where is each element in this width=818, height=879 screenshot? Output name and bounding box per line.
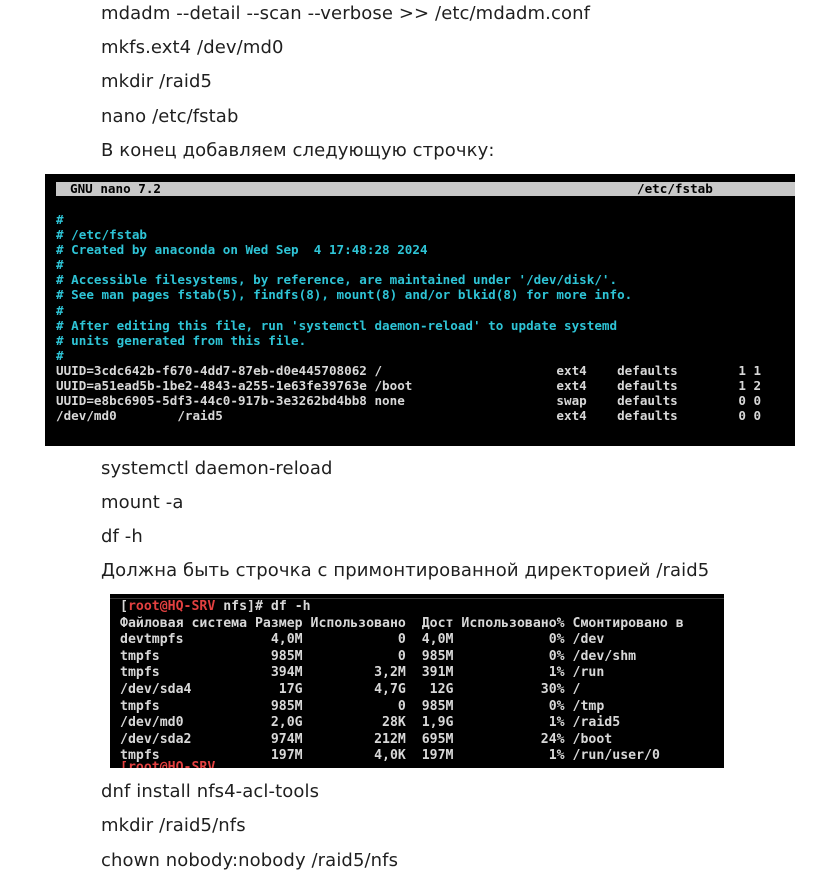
df-row: devtmpfs 4,0M 0 4,0M 0% /dev <box>120 632 605 648</box>
fstab-comment-line: # <box>56 347 64 363</box>
df-row: /dev/sda4 17G 4,7G 12G 30% / <box>120 681 581 697</box>
nano-file-content: # # /etc/fstab # Created by anaconda on … <box>56 212 761 423</box>
command-line-mkdir-raid5: mkdir /raid5 <box>101 71 213 92</box>
shell-prompt-line: [root@HQ-SRV nfs]# df -h <box>120 599 684 616</box>
command-line-mkfs: mkfs.ext4 /dev/md0 <box>101 37 284 58</box>
fstab-comment-line: # <box>56 212 64 227</box>
prompt-command: df -h <box>270 599 311 614</box>
fstab-entry-md0-raid5: /dev/md0 /raid5 ext4 defaults 0 0 <box>56 408 762 424</box>
fstab-entry-root: UUID=3cdc642b-f670-4dd7-87eb-d0e44570806… <box>56 362 762 378</box>
command-line-chown: chown nobody:nobody /raid5/nfs <box>101 850 399 871</box>
fstab-comment-line: # Created by anaconda on Wed Sep 4 17:48… <box>56 242 428 258</box>
command-line-dnf-install: dnf install nfs4-acl-tools <box>101 781 320 802</box>
fstab-comment-line: # <box>56 302 64 318</box>
prompt-bracket: [ <box>120 599 128 614</box>
cut-off-prompt: [root@HQ-SRV <box>120 760 216 768</box>
fstab-comment-line: # After editing this file, run 'systemct… <box>56 317 618 333</box>
fstab-comment-line: # See man pages fstab(5), findfs(8), mou… <box>56 287 633 303</box>
df-row: tmpfs 985M 0 985M 0% /dev/shm <box>120 648 637 664</box>
instruction-text-expected-row: Должна быть строчка с примонтированной д… <box>101 560 710 581</box>
command-line-mdadm-detail: mdadm --detail --scan --verbose >> /etc/… <box>101 3 591 24</box>
fstab-comment-line: # units generated from this file. <box>56 332 307 348</box>
command-line-mkdir-nfs: mkdir /raid5/nfs <box>101 815 246 836</box>
df-output: [root@HQ-SRV nfs]# df -h Файловая систем… <box>120 599 684 765</box>
fstab-comment-line: # Accessible filesystems, by reference, … <box>56 272 618 288</box>
fstab-entry-boot: UUID=a51ead5b-1be2-4843-a255-1e63fe39763… <box>56 378 762 394</box>
df-row: tmpfs 985M 0 985M 0% /tmp <box>120 698 605 714</box>
nano-app-title: GNU nano 7.2 <box>70 181 161 196</box>
df-row-md0-raid5: /dev/md0 2,0G 28K 1,9G 1% /raid5 <box>120 715 621 731</box>
command-line-mount-a: mount -a <box>101 492 184 513</box>
command-line-df-h: df -h <box>101 526 143 547</box>
df-row: /dev/sda2 974M 212M 695M 24% /boot <box>120 731 613 747</box>
df-header-row: Файловая система Размер Использовано Дос… <box>120 615 684 631</box>
fstab-comment-line: # /etc/fstab <box>56 227 147 243</box>
prompt-hash: # <box>255 599 271 614</box>
prompt-directory: nfs] <box>215 599 255 614</box>
df-row: tmpfs 394M 3,2M 391M 1% /run <box>120 665 605 681</box>
instruction-text-append: В конец добавляем следующую строчку: <box>101 140 495 161</box>
command-line-nano-fstab: nano /etc/fstab <box>101 106 239 127</box>
nano-editor-screenshot: GNU nano 7.2 /etc/fstab # # /etc/fstab #… <box>45 174 795 446</box>
nano-title-bar: GNU nano 7.2 /etc/fstab <box>56 182 795 196</box>
command-line-systemctl-reload: systemctl daemon-reload <box>101 458 333 479</box>
fstab-entry-swap: UUID=e8bc6905-5df3-44c0-917b-3e3262bd4bb… <box>56 393 762 409</box>
nano-file-name: /etc/fstab <box>637 181 713 196</box>
prompt-user-host: root@HQ-SRV <box>127 599 216 614</box>
df-terminal-screenshot: [root@HQ-SRV nfs]# df -h Файловая систем… <box>110 594 724 768</box>
fstab-comment-line: # <box>56 257 64 273</box>
